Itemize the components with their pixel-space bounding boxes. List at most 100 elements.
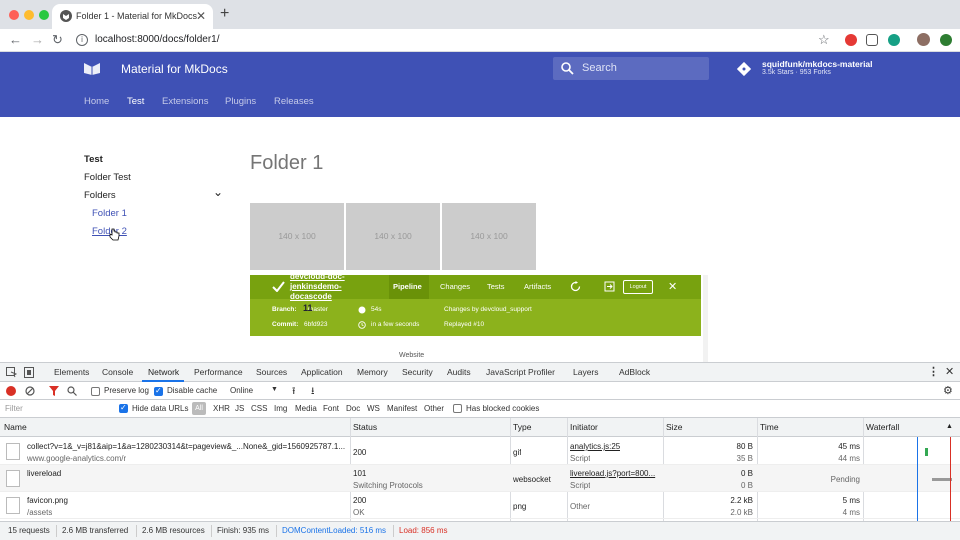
request-time: 45 ms [838,442,860,451]
tab-memory[interactable]: Memory [357,367,388,377]
reload-icon[interactable]: ↻ [52,32,63,48]
chevron-down-icon[interactable]: ▼ [271,386,278,393]
table-row[interactable]: collect?v=1&_v=j81&aip=1&a=1280230314&t=… [0,438,960,465]
search-network-icon[interactable] [67,386,77,396]
tab-extensions[interactable]: Extensions [162,96,208,107]
filter-icon[interactable] [49,386,59,396]
column-type[interactable]: Type [513,422,531,432]
browser-tab[interactable]: Folder 1 - Material for MkDocs ✕ [52,4,213,29]
site-header: Material for MkDocs Search squidfunk/mkd… [0,52,960,85]
tab-releases[interactable]: Releases [274,96,314,107]
column-initiator[interactable]: Initiator [570,422,598,432]
tab-sources[interactable]: Sources [256,367,287,377]
filter-media[interactable]: Media [295,404,317,413]
filter-xhr[interactable]: XHR [213,404,230,413]
column-size[interactable]: Size [666,422,683,432]
device-toolbar-icon[interactable] [24,367,34,378]
content-scrollbar[interactable] [703,275,708,362]
filter-other[interactable]: Other [424,404,444,413]
clear-icon[interactable] [25,386,35,396]
adblock-extension-icon[interactable] [845,34,857,46]
request-status: 200 [353,448,367,457]
bookmark-star-icon[interactable]: ☆ [818,32,830,48]
tab-performance[interactable]: Performance [194,367,243,377]
sort-ascending-icon[interactable]: ▲ [946,423,953,430]
new-tab-button[interactable]: + [220,6,229,22]
column-name[interactable]: Name [4,422,27,432]
hide-data-urls-checkbox[interactable] [119,403,128,413]
tab-home[interactable]: Home [84,96,109,107]
filter-input[interactable]: Filter [3,402,113,415]
tab-network[interactable]: Network [148,367,179,377]
load-marker [950,437,951,521]
has-blocked-cookies-label: Has blocked cookies [466,404,540,413]
request-initiator[interactable]: analytics.js:25 [570,442,620,451]
throttle-select[interactable]: Online [230,386,253,395]
column-status[interactable]: Status [353,422,377,432]
network-filter-bar: Filter Hide data URLs All XHR JS CSS Img… [0,400,960,418]
tab-security[interactable]: Security [402,367,433,377]
close-devtools-icon[interactable]: ✕ [945,365,954,378]
has-blocked-cookies-checkbox[interactable] [453,404,462,413]
filter-ws[interactable]: WS [367,404,380,413]
tab-test[interactable]: Test [127,96,144,107]
repo-name[interactable]: squidfunk/mkdocs-material [762,59,873,69]
filter-img[interactable]: Img [274,404,287,413]
close-window-button[interactable] [9,10,19,20]
tab-elements[interactable]: Elements [54,367,89,377]
forward-icon[interactable]: → [31,32,44,48]
tab-console[interactable]: Console [102,367,133,377]
grammarly-extension-icon[interactable] [888,34,900,46]
sidebar-item-folders[interactable]: Folders [84,190,116,201]
column-time[interactable]: Time [760,422,779,432]
filter-js[interactable]: JS [235,404,244,413]
tab-audits[interactable]: Audits [447,367,471,377]
request-initiator[interactable]: livereload.js?port=800... [570,469,660,478]
maximize-window-button[interactable] [39,10,49,20]
tab-adblock[interactable]: AdBlock [619,367,650,377]
profile-avatar[interactable] [917,33,930,46]
pipeline-run-name: devcloud-doc-jenkinsdemo-docascode [290,275,345,301]
request-time: 5 ms [842,496,860,505]
tab-close-icon[interactable]: ✕ [196,9,206,23]
record-icon[interactable] [6,386,16,396]
url-text: localhost:8000/docs/folder1/ [95,34,220,45]
search-placeholder: Search [582,62,617,74]
divider [136,525,137,537]
search-input[interactable]: Search [553,57,709,80]
filter-font[interactable]: Font [323,404,339,413]
request-name: favicon.png [27,496,68,505]
network-settings-icon[interactable]: ⚙ [943,384,953,397]
tab-layers[interactable]: Layers [573,367,599,377]
pipeline-branch-label: Branch: [272,306,297,313]
request-initiator-type: Script [570,454,591,463]
filter-css[interactable]: CSS [251,404,267,413]
sidebar-item-folder-test[interactable]: Folder Test [84,172,131,183]
request-count: 15 requests [8,526,50,535]
chevron-down-icon[interactable]: ⌄ [213,185,223,199]
table-row[interactable]: livereload 101 Switching Protocols webso… [0,465,960,492]
back-icon[interactable]: ← [9,32,22,48]
filter-manifest[interactable]: Manifest [387,404,417,413]
filter-doc[interactable]: Doc [346,404,360,413]
preserve-log-checkbox[interactable] [91,387,100,396]
more-options-icon[interactable]: ⋮ [928,365,939,378]
tab-application[interactable]: Application [301,367,343,377]
mkdocs-logo-icon[interactable] [84,61,100,75]
info-icon[interactable]: i [76,34,88,46]
import-har-icon[interactable]: ⭱ [292,384,296,401]
pocket-extension-icon[interactable] [866,34,878,46]
sidebar-item-folder-1[interactable]: Folder 1 [92,208,127,219]
export-har-icon[interactable]: ⭳ [311,384,315,401]
request-resource-size: 2.0 kB [730,508,753,517]
tab-javascript-profiler[interactable]: JavaScript Profiler [486,367,555,377]
minimize-window-button[interactable] [24,10,34,20]
column-waterfall[interactable]: Waterfall [866,422,899,432]
update-icon[interactable] [940,34,952,46]
disable-cache-checkbox[interactable] [154,386,163,396]
tab-plugins[interactable]: Plugins [225,96,256,107]
filter-all[interactable]: All [192,402,206,415]
table-row[interactable]: favicon.png /assets 200 OK png Other 2.2… [0,492,960,519]
inspect-element-icon[interactable] [6,367,17,378]
address-bar[interactable]: i localhost:8000/docs/folder1/ [70,30,840,51]
